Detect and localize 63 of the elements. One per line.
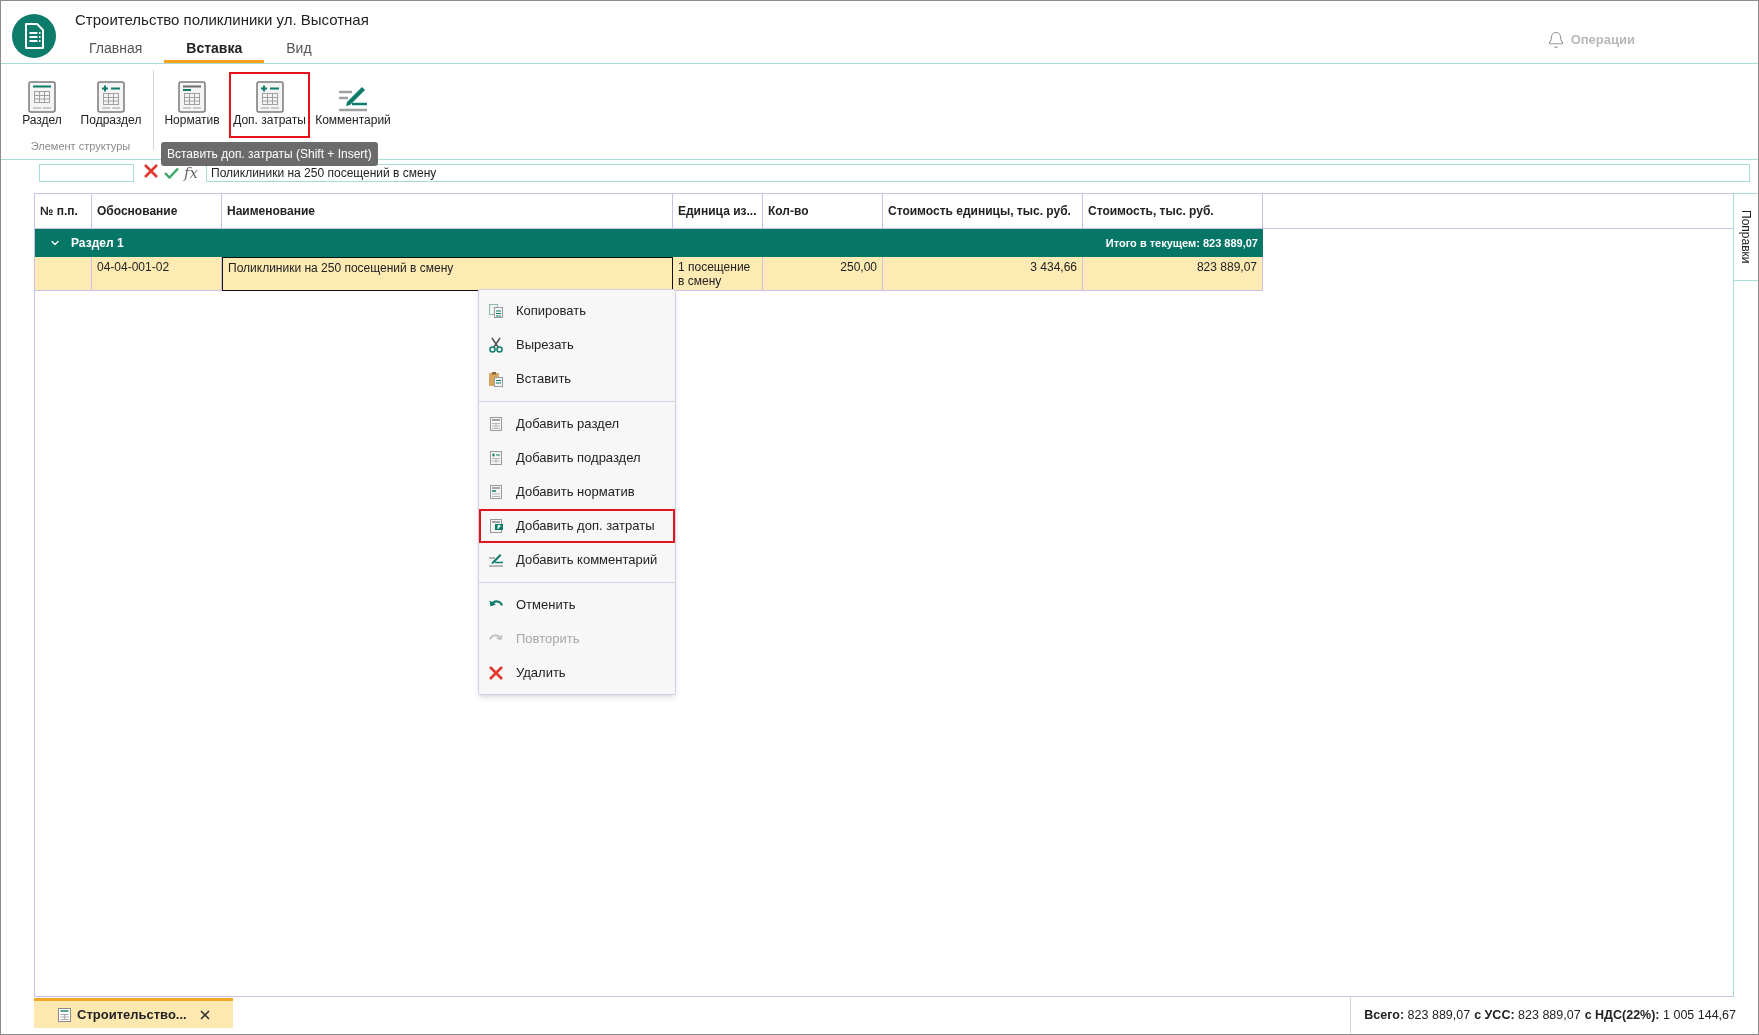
column-header: Стоимость единицы, тыс. руб. [883,194,1083,228]
status-total: с НДС(22%): 1 005 144,67 [1584,1007,1736,1025]
menu-item[interactable]: Удалить [479,656,675,690]
ribbon-button[interactable]: Подраздел [73,72,149,138]
clipboard-icon [488,371,504,387]
section-title: Раздел 1 [71,235,124,252]
document-title: Строительство поликлиники ул. Высотная [75,11,369,29]
ribbon-button[interactable]: Раздел [12,72,72,138]
column-header: № п.п. [35,194,92,228]
menu-item[interactable]: Добавить норматив [479,475,675,509]
bell-icon [1546,31,1565,49]
scissors-icon [488,337,504,353]
table-cell: 04-04-001-02 [92,257,222,291]
document-tab[interactable]: Строительство... [34,998,233,1028]
ribbon-tab[interactable]: Вид [264,37,334,63]
table-cell: 1 посещение в смену [673,257,763,291]
delete-cross-icon [488,665,504,681]
plus-minus-sheet-icon [255,81,284,113]
status-total: Всего: 823 889,07 [1364,1007,1471,1025]
confirm-check-icon[interactable] [164,167,179,179]
column-header: Стоимость, тыс. руб. [1083,194,1263,228]
side-panel-tab[interactable]: Поправки [1734,193,1758,281]
ribbon-button[interactable]: Норматив [156,72,228,138]
sheet-icon [488,416,504,432]
menu-item[interactable]: Добавить доп. затраты [479,509,675,543]
menu-item[interactable]: Копировать [479,294,675,328]
sheet-icon [58,1007,71,1022]
insert-function-button[interactable]: fx [184,164,198,182]
table-row[interactable]: 04-04-001-02 Поликлиники на 250 посещений в смену 1 посещение в смену 250,00 3 434,66 823 889,07 [35,257,1263,291]
plus-minus-sheet-icon [97,81,125,113]
copy-icon [488,303,504,319]
table-sheet-icon [178,81,206,113]
menu-item[interactable]: Добавить комментарий [479,543,675,577]
menu-item[interactable]: Отменить [479,588,675,622]
column-header: Наименование [222,194,673,228]
lines-with-pen-icon [488,552,504,568]
document-logo-icon [12,14,56,58]
menu-item[interactable]: Вставить [479,362,675,396]
name-box-field[interactable] [39,164,134,182]
table-sheet-icon [28,81,56,113]
table-cell: 3 434,66 [883,257,1083,291]
menu-item[interactable]: Добавить раздел [479,407,675,441]
tooltip: Вставить доп. затраты (Shift + Insert) [161,142,378,166]
ribbon-button[interactable]: Комментарий [311,72,395,138]
section-total: Итого в текущем: 823 889,07 [1105,235,1258,251]
menu-item[interactable]: Добавить подраздел [479,441,675,475]
sheet-icon [488,518,504,534]
ribbon-group-label: Элемент структуры [29,139,132,153]
column-header: Единица из... [673,194,763,228]
close-icon[interactable] [198,1008,211,1021]
ribbon-tab[interactable]: Главная [67,37,165,63]
table-cell: 250,00 [763,257,883,291]
ribbon-button[interactable]: Доп. затраты [229,72,310,138]
table-cell: 823 889,07 [1083,257,1263,291]
ribbon-tab[interactable]: Вставка [164,37,265,63]
cancel-cross-icon[interactable] [143,163,159,179]
menu-item[interactable]: Вырезать [479,328,675,362]
status-total: с УСС: 823 889,07 [1474,1007,1581,1025]
formula-field[interactable]: Поликлиники на 250 посещений в смену [206,164,1750,182]
column-header: Кол-во [763,194,883,228]
column-header: Обоснование [92,194,222,228]
sheet-icon [488,450,504,466]
sheet-icon [488,484,504,500]
